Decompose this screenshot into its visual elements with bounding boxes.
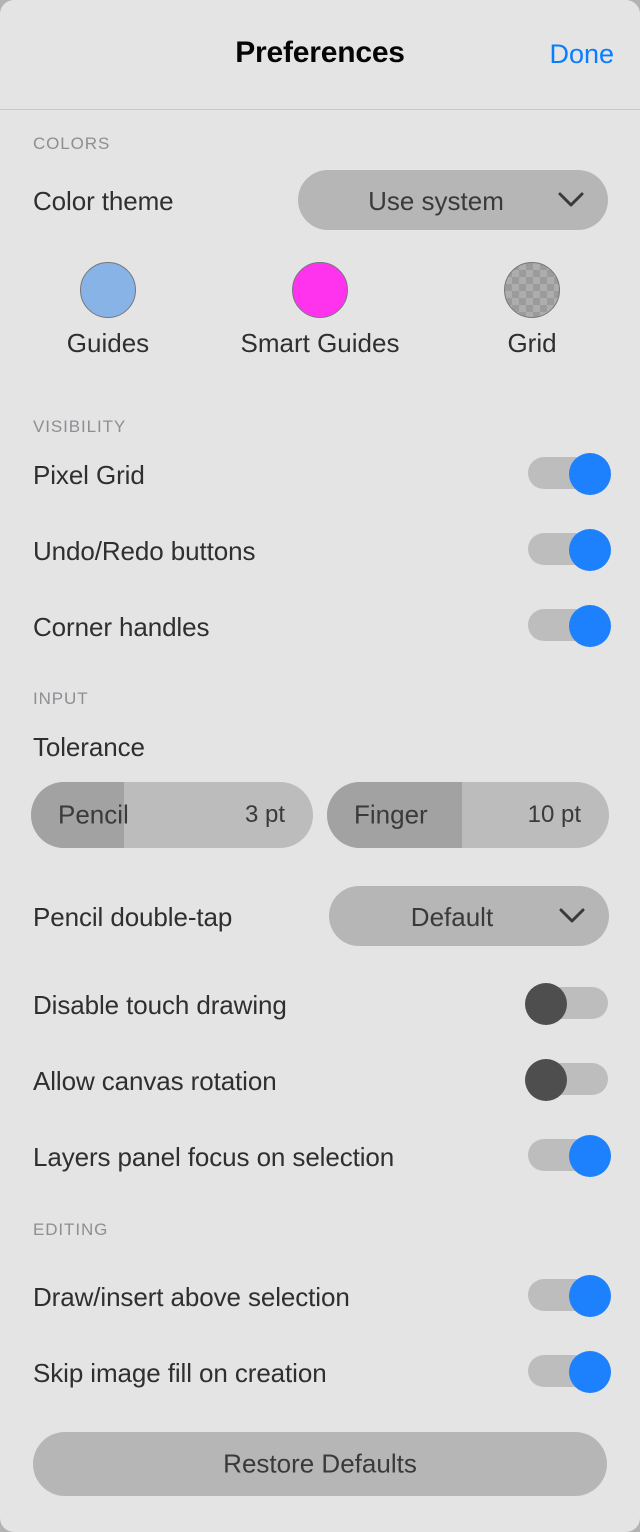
section-header-editing: EDITING bbox=[33, 1220, 109, 1239]
toggle-disable-touch-drawing[interactable] bbox=[525, 983, 608, 1025]
swatch-smart-guides[interactable]: Smart Guides bbox=[212, 262, 428, 359]
toggle-skip-image-fill-on-creation[interactable] bbox=[528, 1351, 611, 1393]
restore-defaults-label: Restore Defaults bbox=[223, 1448, 417, 1479]
tolerance-slider-pencil[interactable]: Pencil 3 pt bbox=[31, 782, 313, 848]
tolerance-name-finger: Finger bbox=[354, 799, 428, 830]
row-label-pixel-grid: Pixel Grid bbox=[33, 460, 145, 490]
row-label-skip-image-fill-on-creation: Skip image fill on creation bbox=[33, 1358, 327, 1388]
color-swatch-circle-grid[interactable] bbox=[504, 262, 560, 318]
preferences-panel: Preferences Done COLORS Color theme Use … bbox=[0, 0, 640, 1532]
swatch-guides[interactable]: Guides bbox=[52, 262, 164, 359]
toggle-thumb bbox=[525, 983, 567, 1025]
toggle-layers-panel-focus-on-selection[interactable] bbox=[528, 1135, 611, 1177]
section-header-input: INPUT bbox=[33, 689, 89, 708]
swatch-label-smart-guides: Smart Guides bbox=[240, 328, 400, 358]
color-swatch-circle-guides[interactable] bbox=[80, 262, 136, 318]
done-button[interactable]: Done bbox=[549, 39, 614, 70]
swatch-label-grid: Grid bbox=[507, 328, 557, 358]
tolerance-label: Tolerance bbox=[33, 732, 145, 762]
row-label-disable-touch-drawing: Disable touch drawing bbox=[33, 990, 287, 1020]
pencil-double-tap-label: Pencil double-tap bbox=[33, 902, 233, 932]
toggle-thumb bbox=[569, 605, 611, 647]
toggle-draw-insert-above-selection[interactable] bbox=[528, 1275, 611, 1317]
toggle-thumb bbox=[569, 1351, 611, 1393]
tolerance-slider-finger[interactable]: Finger 10 pt bbox=[327, 782, 609, 848]
toggle-thumb bbox=[569, 1275, 611, 1317]
section-header-visibility: VISIBILITY bbox=[33, 417, 127, 436]
toggle-undo-redo-buttons[interactable] bbox=[528, 529, 611, 571]
section-header-colors: COLORS bbox=[33, 134, 111, 153]
pencil-double-tap-dropdown[interactable]: Default bbox=[329, 886, 609, 946]
row-label-undo-redo-buttons: Undo/Redo buttons bbox=[33, 536, 256, 566]
page-title: Preferences bbox=[235, 36, 405, 69]
toggle-thumb bbox=[569, 453, 611, 495]
chevron-down-icon bbox=[559, 908, 585, 924]
tolerance-value-finger: 10 pt bbox=[527, 801, 581, 828]
tolerance-name-pencil: Pencil bbox=[58, 799, 129, 830]
restore-defaults-button[interactable]: Restore Defaults bbox=[33, 1432, 607, 1496]
swatch-grid[interactable]: Grid bbox=[476, 262, 588, 359]
toggle-thumb bbox=[569, 529, 611, 571]
panel-header: Preferences Done bbox=[0, 0, 640, 110]
swatch-label-guides: Guides bbox=[66, 328, 150, 358]
toggle-thumb bbox=[525, 1059, 567, 1101]
toggle-allow-canvas-rotation[interactable] bbox=[525, 1059, 608, 1101]
toggle-pixel-grid[interactable] bbox=[528, 453, 611, 495]
row-label-layers-panel-focus-on-selection: Layers panel focus on selection bbox=[33, 1142, 395, 1172]
color-swatch-circle-smart-guides[interactable] bbox=[292, 262, 348, 318]
toggle-corner-handles[interactable] bbox=[528, 605, 611, 647]
chevron-down-icon bbox=[558, 192, 584, 208]
color-theme-dropdown[interactable]: Use system bbox=[298, 170, 608, 230]
color-theme-label: Color theme bbox=[33, 186, 174, 216]
row-label-allow-canvas-rotation: Allow canvas rotation bbox=[33, 1066, 277, 1096]
tolerance-value-pencil: 3 pt bbox=[244, 801, 285, 828]
row-label-draw-insert-above-selection: Draw/insert above selection bbox=[33, 1282, 350, 1312]
row-label-corner-handles: Corner handles bbox=[33, 612, 210, 642]
toggle-thumb bbox=[569, 1135, 611, 1177]
